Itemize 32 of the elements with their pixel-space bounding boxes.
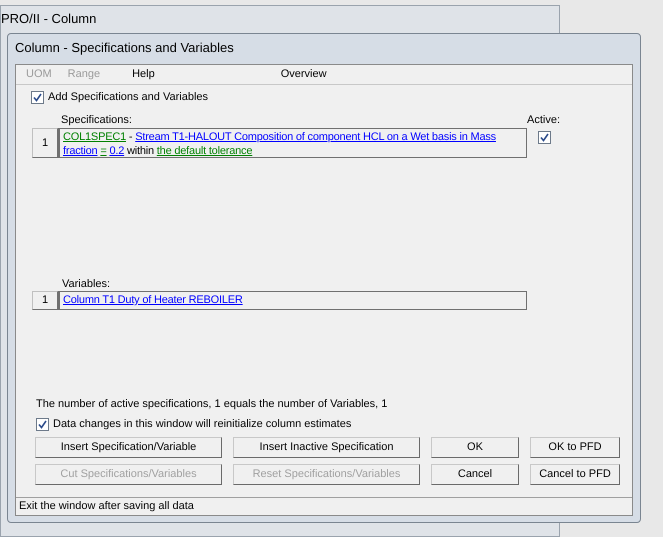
checkbox-label: Data changes in this window will reinitialize column estimates <box>53 417 352 432</box>
checkmark-icon <box>38 420 47 429</box>
text-link[interactable]: the default tolerance <box>156 145 252 157</box>
dialog-button[interactable]: OK to PFD <box>530 437 620 458</box>
row-number-button[interactable]: 1 <box>32 291 58 310</box>
menu-item[interactable]: Overview <box>280 66 327 83</box>
dialog-button[interactable]: Insert Inactive Specification <box>233 437 420 458</box>
summary-text: The number of active specifications, 1 equals the number of Variables, 1 <box>36 397 388 412</box>
dialog-button[interactable]: Insert Specification/Variable <box>35 437 222 458</box>
specification-text: COL1SPEC1 - Stream T1-HALOUT Composition of component HCL on a Wet basis in Mass fraction = 0.2 within the default tolerance <box>58 128 527 158</box>
section-label: Variables: <box>62 277 110 292</box>
text-link[interactable]: Stream T1-HALOUT Composition of component HCL on a Wet basis in Mass <box>135 131 496 143</box>
checkmark-icon <box>540 133 549 142</box>
checkmark-icon <box>33 92 42 102</box>
dialog-title: Column - Specifications and Variables <box>15 39 234 57</box>
checkbox-label: Add Specifications and Variables <box>48 90 208 105</box>
row-number-button[interactable]: 1 <box>32 128 58 158</box>
window-title: PRO/II - Column <box>1 10 96 28</box>
section-label: Specifications: <box>61 113 132 128</box>
dialog-button[interactable]: Cancel to PFD <box>530 464 620 485</box>
column-label: Active: <box>527 113 560 128</box>
text-link[interactable]: COL1SPEC1 <box>63 131 126 143</box>
dialog-button[interactable]: Cancel <box>431 464 519 485</box>
text-link[interactable]: Column T1 Duty of Heater REBOILER <box>63 294 243 306</box>
text-link[interactable]: fraction <box>63 145 98 157</box>
dialog-button[interactable]: OK <box>431 437 519 458</box>
checkbox[interactable] <box>31 90 44 104</box>
active-checkbox[interactable] <box>538 131 551 144</box>
text-link[interactable]: 0.2 <box>109 145 124 157</box>
menu-item[interactable]: Help <box>132 66 155 83</box>
text-link[interactable]: = <box>100 145 107 157</box>
checkbox[interactable] <box>36 418 49 431</box>
